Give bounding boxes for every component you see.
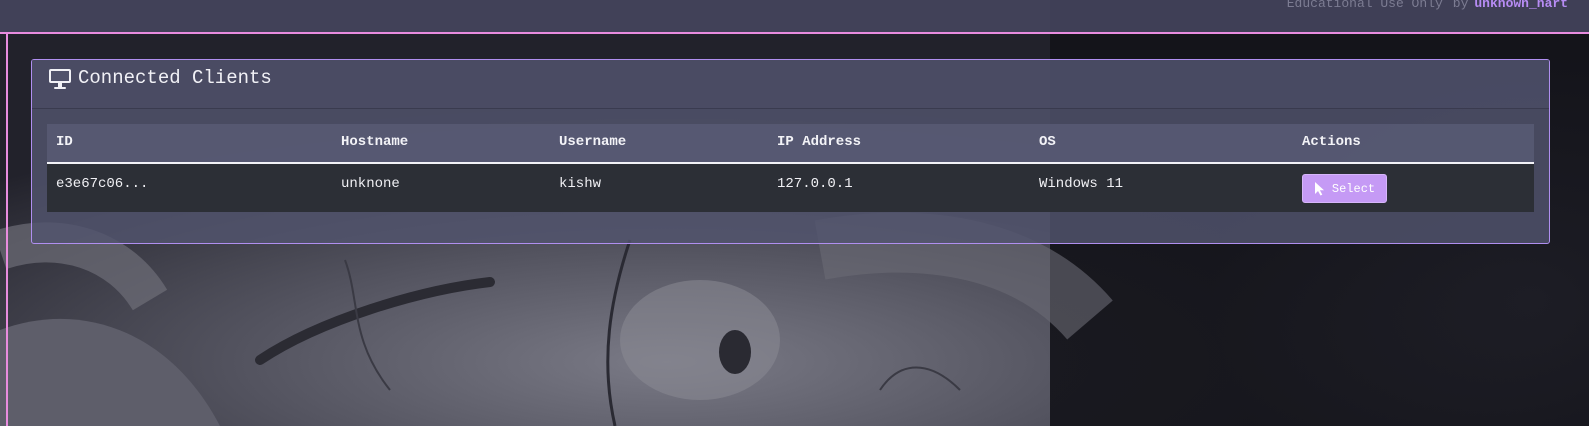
client-os: Windows 11 [1039, 176, 1124, 192]
column-header-os: OS [1039, 134, 1056, 150]
table-row: e3e67c06... unknone kishw 127.0.0.1 Wind… [47, 164, 1534, 212]
column-header-username: Username [559, 134, 627, 150]
client-id: e3e67c06... [56, 176, 149, 192]
select-client-button[interactable]: Select [1302, 174, 1387, 203]
client-hostname: unknone [341, 176, 400, 192]
left-rail [6, 34, 8, 426]
panel-header: Connected Clients [32, 60, 1549, 109]
monitor-icon [49, 69, 71, 89]
clients-table: ID Hostname Username IP Address OS Actio… [47, 124, 1534, 212]
table-header-row: ID Hostname Username IP Address OS Actio… [47, 124, 1534, 164]
column-header-id: ID [56, 134, 73, 150]
column-header-hostname: Hostname [341, 134, 409, 150]
cursor-icon [1314, 181, 1324, 195]
column-header-actions: Actions [1302, 134, 1361, 150]
author-name: unknown_hart [1474, 0, 1568, 11]
connected-clients-panel: Connected Clients ID Hostname Username I… [31, 59, 1550, 244]
by-label: by [1452, 0, 1469, 11]
column-header-ip-address: IP Address [777, 134, 862, 150]
top-bar: Educational Use Only by unknown_hart [0, 0, 1589, 34]
select-button-label: Select [1331, 181, 1376, 196]
header-credit: Educational Use Only by unknown_hart [1287, 0, 1568, 11]
panel-title: Connected Clients [78, 67, 272, 89]
client-username: kishw [559, 176, 602, 192]
educational-notice: Educational Use Only [1286, 0, 1443, 11]
client-ip-address: 127.0.0.1 [777, 176, 853, 192]
